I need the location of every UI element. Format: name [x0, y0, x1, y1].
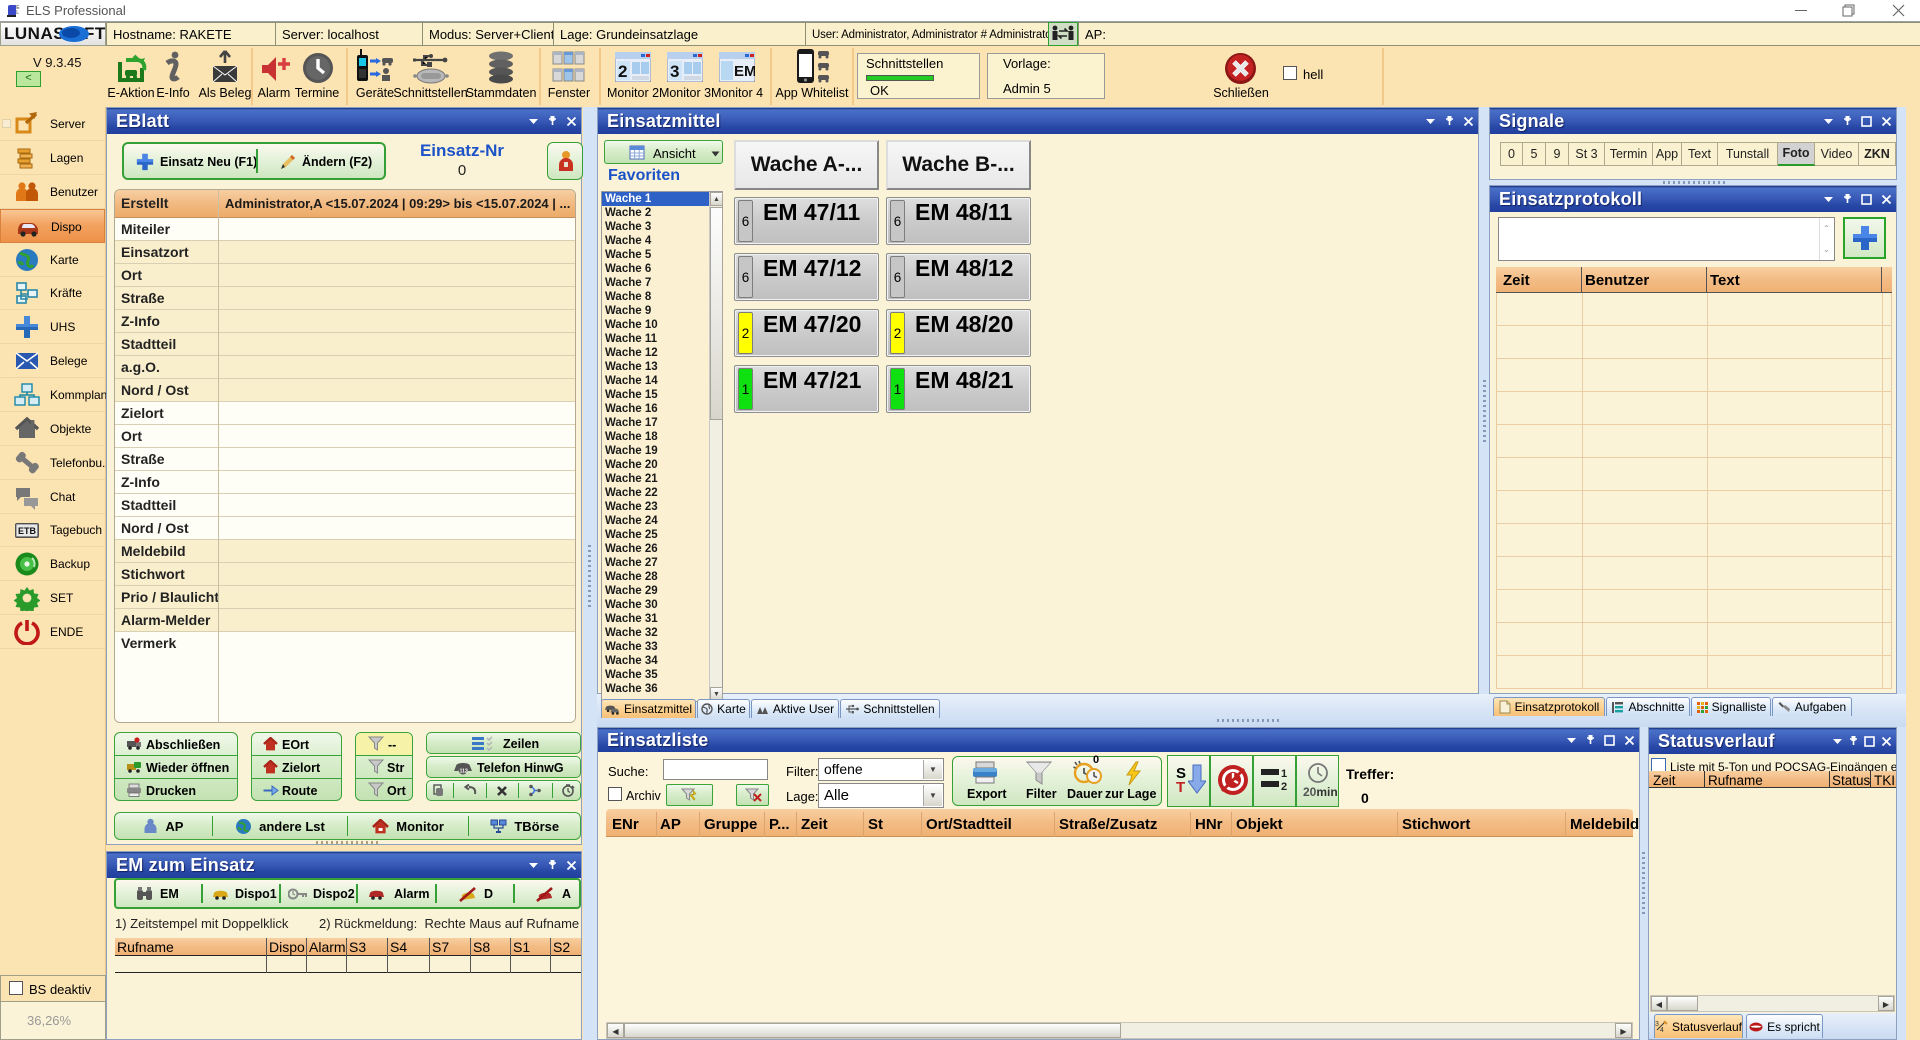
- svg-text:1: 1: [1281, 768, 1287, 780]
- svg-text:2: 2: [1281, 781, 1287, 792]
- svg-text:4: 4: [1660, 1027, 1664, 1033]
- svg-text:2: 2: [618, 62, 627, 81]
- svg-text:EM: EM: [734, 63, 755, 80]
- svg-text:3: 3: [670, 62, 679, 81]
- svg-text:3: 3: [1655, 1021, 1659, 1028]
- svg-text:L: L: [16, 10, 19, 16]
- svg-text:112: 112: [460, 769, 468, 775]
- svg-text:ETB: ETB: [18, 526, 37, 536]
